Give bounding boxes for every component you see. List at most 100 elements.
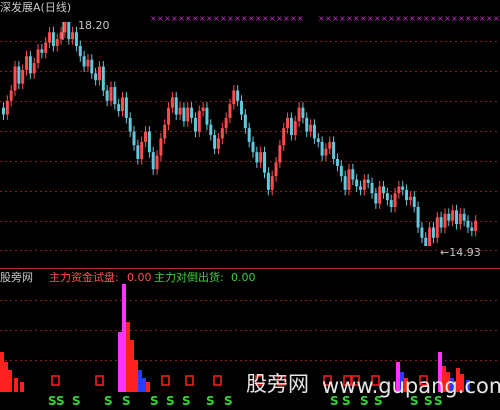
- indicator-bar: [14, 378, 18, 392]
- candle-body: [305, 117, 309, 132]
- candle-body: [286, 117, 290, 129]
- candle-body: [9, 90, 13, 101]
- top-marker: ×: [297, 14, 304, 23]
- indicator-bar: [142, 378, 146, 392]
- top-marker: ×: [283, 14, 290, 23]
- candle-body: [408, 196, 412, 201]
- candle-body: [439, 217, 443, 228]
- sell-marker: S: [206, 394, 215, 408]
- candle-body: [343, 176, 347, 190]
- candle-body: [466, 220, 470, 228]
- candle-body: [405, 189, 409, 201]
- top-marker: ×: [430, 14, 437, 23]
- top-marker: ×: [234, 14, 241, 23]
- candle-body: [240, 100, 243, 115]
- top-marker: ×: [199, 14, 206, 23]
- candle-body: [117, 104, 121, 112]
- candle-body: [32, 63, 36, 74]
- candle-body: [186, 107, 190, 122]
- candle-body: [443, 213, 447, 228]
- candle-body: [97, 66, 101, 81]
- candle-body: [67, 22, 71, 40]
- candle-body: [416, 206, 420, 228]
- candle-body: [44, 42, 48, 53]
- candle-body: [190, 107, 194, 118]
- candle-body: [25, 56, 29, 70]
- candle-body: [382, 186, 386, 194]
- candle-body: [86, 59, 90, 67]
- candle-body: [447, 213, 451, 221]
- candle-body: [370, 182, 374, 194]
- candle-body: [359, 186, 362, 190]
- top-marker: ×: [150, 14, 157, 23]
- candle-body: [174, 97, 178, 115]
- candle-body: [209, 124, 213, 136]
- candle-body: [5, 100, 9, 115]
- candle-body: [424, 237, 428, 246]
- candle-body: [247, 128, 251, 142]
- candle-body: [355, 179, 359, 187]
- candle-body: [140, 141, 144, 160]
- candle-body: [282, 128, 286, 146]
- sell-marker: S: [182, 394, 191, 408]
- indicator-bar: [122, 284, 126, 392]
- top-marker: ×: [353, 14, 360, 23]
- top-marker: ×: [493, 14, 500, 23]
- chart-title: 深发展A(日线): [0, 1, 72, 14]
- top-marker: ×: [444, 14, 451, 23]
- indicator-bar: [134, 360, 138, 392]
- top-marker: ×: [227, 14, 234, 23]
- indicator-panel-title: 股旁网: [0, 271, 33, 284]
- candle-body: [428, 227, 432, 246]
- candle-body: [17, 66, 21, 84]
- candle-body: [278, 145, 282, 163]
- indicator-bar: [8, 370, 12, 392]
- top-marker: ×: [185, 14, 192, 23]
- candle-body: [374, 193, 378, 204]
- top-marker: ×: [241, 14, 248, 23]
- buy-marker: [95, 375, 104, 386]
- candle-body: [2, 107, 5, 115]
- candlesticks: [2, 22, 478, 246]
- candle-body: [435, 217, 439, 238]
- sell-marker: S: [56, 394, 65, 408]
- candle-body: [301, 107, 305, 118]
- sell-marker: S: [150, 394, 159, 408]
- top-marker: ×: [255, 14, 262, 23]
- top-marker: ×: [248, 14, 255, 23]
- candle-body: [151, 152, 155, 170]
- top-marker: ×: [472, 14, 479, 23]
- top-marker: ×: [318, 14, 325, 23]
- candle-body: [36, 49, 40, 64]
- indicator-1-name: 主力资金试盘:: [49, 271, 119, 284]
- candle-body: [236, 90, 240, 101]
- top-marker: ×: [339, 14, 346, 23]
- high-price-label: 18.20: [78, 19, 110, 32]
- candle-body: [462, 213, 466, 221]
- top-marker: ×: [213, 14, 220, 23]
- candle-body: [243, 114, 247, 129]
- candle-body: [289, 117, 293, 136]
- sell-marker: S: [72, 394, 81, 408]
- candle-body: [385, 193, 389, 201]
- candle-body: [470, 227, 474, 231]
- watermark-url: www.gupang.com: [322, 374, 500, 398]
- candle-body: [324, 148, 328, 156]
- candle-body: [40, 49, 44, 53]
- candle-body: [128, 117, 132, 132]
- sell-marker: S: [166, 394, 175, 408]
- candle-body: [178, 107, 182, 115]
- candle-body: [21, 69, 25, 84]
- candle-body: [193, 117, 197, 132]
- candle-body: [389, 200, 393, 207]
- indicator-2-name: 主力对倒出货:: [154, 271, 224, 284]
- indicator-bar: [0, 352, 4, 392]
- candle-body: [213, 135, 217, 149]
- candle-body: [220, 128, 224, 139]
- candle-body: [228, 104, 232, 118]
- candle-body: [71, 32, 75, 40]
- candle-body: [312, 124, 316, 139]
- candle-body: [159, 138, 163, 156]
- candle-body: [109, 87, 113, 101]
- candle-body: [90, 59, 94, 74]
